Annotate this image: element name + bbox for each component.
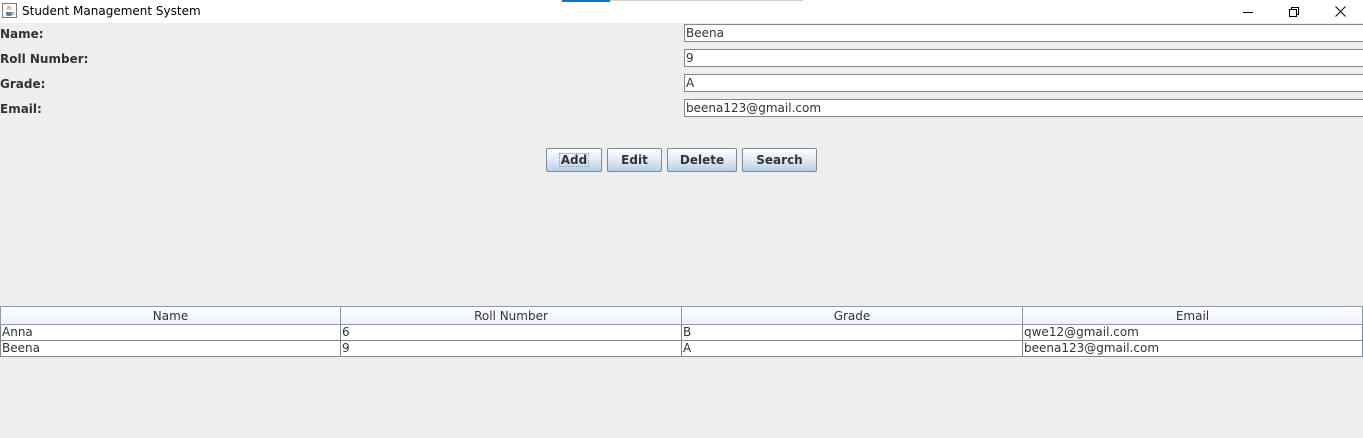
table-cell-name[interactable]: Beena — [0, 341, 341, 357]
close-button[interactable] — [1317, 0, 1363, 23]
roll-number-input[interactable]: 9 — [684, 49, 1363, 67]
add-button-label: Add — [558, 153, 590, 167]
table-cell-roll-number[interactable]: 9 — [341, 341, 682, 357]
delete-button-label: Delete — [679, 153, 725, 167]
table-cell-name[interactable]: Anna — [0, 325, 341, 341]
table-cell-grade[interactable]: B — [682, 325, 1023, 341]
add-button[interactable]: Add — [546, 148, 602, 172]
close-icon — [1334, 6, 1346, 17]
minimize-icon — [1243, 11, 1253, 13]
minimize-button[interactable] — [1225, 0, 1271, 23]
table-cell-email[interactable]: beena123@gmail.com — [1023, 341, 1363, 357]
edit-button-label: Edit — [621, 153, 648, 167]
search-button-label: Search — [756, 153, 803, 167]
column-header-roll-number[interactable]: Roll Number — [341, 306, 682, 325]
table-row[interactable]: Anna 6 B qwe12@gmail.com — [0, 325, 1363, 341]
java-cup-icon — [2, 3, 17, 18]
edit-button[interactable]: Edit — [607, 148, 662, 172]
email-input[interactable]: beena123@gmail.com — [684, 99, 1363, 117]
grade-input[interactable]: A — [684, 74, 1363, 92]
restore-button[interactable] — [1271, 0, 1317, 23]
column-header-name[interactable]: Name — [0, 306, 341, 325]
grade-label: Grade: — [0, 77, 46, 91]
column-header-email[interactable]: Email — [1023, 306, 1363, 325]
table-row[interactable]: Beena 9 A beena123@gmail.com — [0, 341, 1363, 357]
table-cell-grade[interactable]: A — [682, 341, 1023, 357]
title-bar: Student Management System — [0, 0, 1363, 23]
name-label: Name: — [0, 27, 44, 41]
table-cell-roll-number[interactable]: 6 — [341, 325, 682, 341]
column-header-grade[interactable]: Grade — [682, 306, 1023, 325]
email-label: Email: — [0, 102, 42, 116]
delete-button[interactable]: Delete — [667, 148, 737, 172]
table-header: Name Roll Number Grade Email — [0, 306, 1363, 325]
window-title: Student Management System — [22, 4, 201, 18]
title-bar-accent — [562, 0, 610, 2]
table-cell-email[interactable]: qwe12@gmail.com — [1023, 325, 1363, 341]
search-button[interactable]: Search — [742, 148, 817, 172]
roll-number-label: Roll Number: — [0, 52, 89, 66]
restore-icon — [1289, 6, 1299, 17]
title-bar-divider — [610, 0, 803, 1]
name-input[interactable]: Beena — [684, 24, 1363, 42]
